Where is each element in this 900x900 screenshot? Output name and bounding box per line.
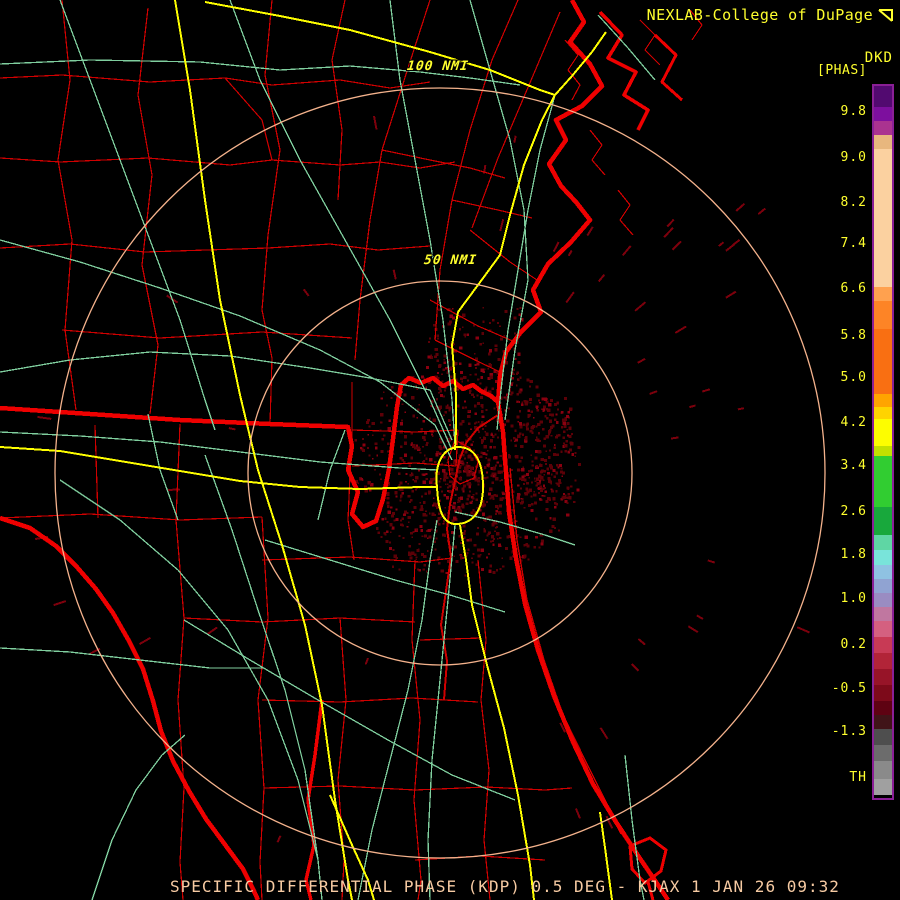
- colorbar-tick-label: 4.2: [840, 415, 867, 430]
- colorbar-segment: [874, 86, 892, 107]
- colorbar-segment: [874, 135, 892, 149]
- colorbar-tick-label: 0.2: [840, 637, 867, 652]
- colorbar-segment: [874, 107, 892, 121]
- colorbar-segment: [874, 779, 892, 795]
- colorbar-segment: [874, 715, 892, 729]
- colorbar-segment: [874, 607, 892, 621]
- colorbar-segment: [874, 407, 892, 419]
- radar-echo-layer: [35, 115, 810, 843]
- radar-display: 50 NMI 100 NMI NEXLAB-College of DuPage …: [0, 0, 900, 900]
- range-ring-100nmi: [54, 87, 826, 859]
- colorbar-tick-label: 2.6: [840, 504, 867, 519]
- colorbar-tick-label: 8.2: [840, 195, 867, 210]
- colorbar-tick-label: TH: [849, 770, 867, 785]
- colorbar-segment: [874, 745, 892, 761]
- colorbar-segment: [874, 535, 892, 550]
- range-rings: [54, 87, 826, 859]
- colorbar-tick-label: 1.0: [840, 591, 867, 606]
- colorbar-segment: [874, 669, 892, 685]
- colorbar-segment: [874, 593, 892, 607]
- highway-lines: [0, 0, 613, 900]
- range-ring-label-50nmi: 50 NMI: [423, 253, 478, 268]
- colorbar-tick-label: 3.4: [840, 458, 867, 473]
- colorbar-segment: [874, 701, 892, 715]
- colorbar-segment: [874, 761, 892, 779]
- colorbar-tick-label: 5.8: [840, 328, 867, 343]
- colorbar-segment: [874, 121, 892, 135]
- colorbar-segment: [874, 653, 892, 669]
- colorbar-segment: [874, 287, 892, 301]
- colorbar-tick-label: 1.8: [840, 547, 867, 562]
- range-ring-50nmi: [247, 280, 633, 666]
- colorbar-tick-label: 9.0: [840, 150, 867, 165]
- cod-weather-flag-icon: [878, 8, 893, 22]
- colorbar-tick-label: 9.8: [840, 104, 867, 119]
- colorbar-segment: [874, 621, 892, 637]
- radar-map: [0, 0, 826, 900]
- colorbar-segment: [874, 565, 892, 579]
- header-title: NEXLAB-College of DuPage: [647, 6, 894, 24]
- colorbar-segment: [874, 456, 892, 507]
- colorbar-segment: [874, 729, 892, 745]
- colorbar-segment: [874, 419, 892, 446]
- colorbar-tick-label: 7.4: [840, 236, 867, 251]
- colorbar-segment: [874, 550, 892, 565]
- colorbar-segment: [874, 637, 892, 653]
- colorbar-segment: [874, 394, 892, 407]
- coastline-state-border-lines: [0, 0, 684, 900]
- colorbar-segment: [874, 579, 892, 593]
- colorbar-segment: [874, 149, 892, 287]
- colorbar-segment: [874, 329, 892, 394]
- colorbar-segment: [874, 446, 892, 456]
- range-ring-label-100nmi: 100 NMI: [406, 59, 470, 74]
- colorbar: [872, 84, 894, 800]
- product-code: DKD: [864, 50, 893, 66]
- colorbar-segment: [874, 795, 892, 798]
- colorbar-segment: [874, 301, 892, 329]
- colorbar-tick-label: -1.3: [831, 724, 867, 739]
- header-title-text: NEXLAB-College of DuPage: [646, 6, 873, 24]
- colorbar-segment: [874, 507, 892, 535]
- colorbar-segment: [874, 685, 892, 701]
- colorbar-tick-label: -0.5: [831, 681, 867, 696]
- status-bar-text: SPECIFIC DIFFERENTIAL PHASE (KDP) 0.5 DE…: [170, 877, 840, 896]
- product-units: [PHAS]: [817, 63, 867, 78]
- colorbar-tick-label: 5.0: [840, 370, 867, 385]
- colorbar-tick-label: 6.6: [840, 281, 867, 296]
- road-lines: [0, 0, 656, 900]
